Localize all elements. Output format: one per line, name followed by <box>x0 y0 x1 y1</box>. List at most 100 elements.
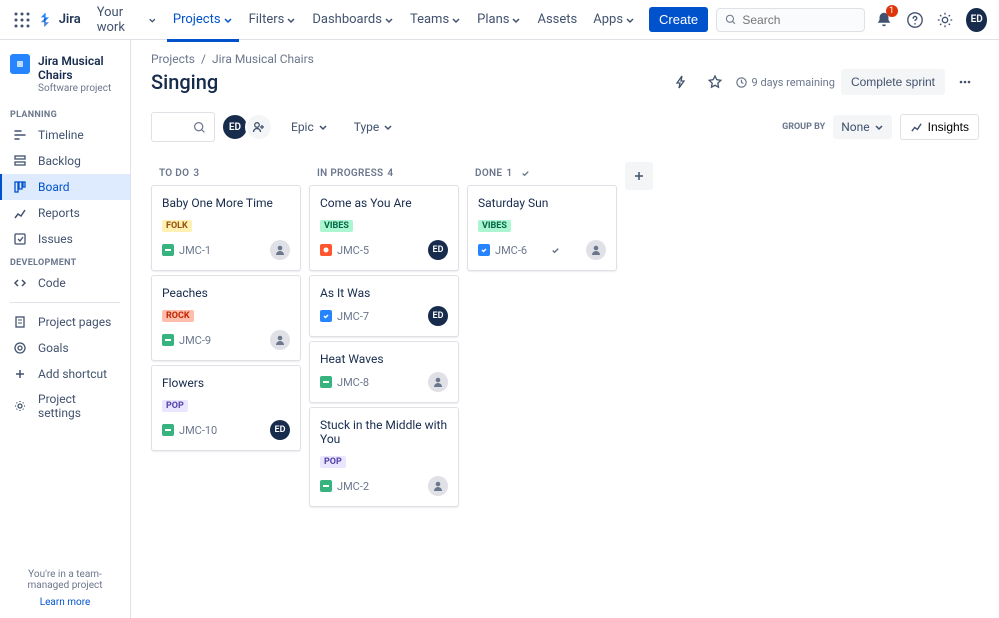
code-icon <box>12 275 28 291</box>
nav-plans[interactable]: Plans <box>471 8 527 31</box>
sidebar-item-pages[interactable]: Project pages <box>0 309 130 335</box>
sidebar-item-code[interactable]: Code <box>0 270 130 296</box>
nav-teams[interactable]: Teams <box>404 8 467 31</box>
sidebar-item-board[interactable]: Board <box>0 174 130 200</box>
timeline-icon <box>12 127 28 143</box>
board-column: To do 3 Baby One More Time Folk JMC-1 Pe… <box>151 162 301 511</box>
board-search[interactable] <box>151 112 215 142</box>
board-card[interactable]: Peaches Rock JMC-9 <box>151 275 301 361</box>
board-column: Done 1 Saturday Sun Vibes JMC-6 <box>467 162 617 511</box>
sidebar-item-project-settings[interactable]: Project settings <box>0 387 130 425</box>
card-title: Baby One More Time <box>162 196 290 210</box>
sidebar-footer: You're in a team-managed project Learn m… <box>0 559 130 618</box>
issue-type-icon <box>162 244 174 256</box>
group-by-select[interactable]: None <box>833 115 891 139</box>
more-icon[interactable] <box>951 68 979 96</box>
complete-sprint-button[interactable]: Complete sprint <box>841 69 945 95</box>
search-input[interactable] <box>742 13 856 27</box>
board-card[interactable]: Flowers Pop JMC-10 ED <box>151 365 301 451</box>
jira-logo[interactable]: Jira <box>37 11 81 29</box>
page-title: Singing <box>151 70 218 94</box>
card-title: As It Was <box>320 286 448 300</box>
reports-icon <box>12 205 28 221</box>
epic-tag: Vibes <box>320 220 353 232</box>
notifications-button[interactable]: 1 <box>873 7 895 33</box>
search-icon <box>193 121 206 134</box>
help-button[interactable] <box>904 7 926 33</box>
project-icon <box>10 54 30 74</box>
days-remaining: 9 days remaining <box>735 76 835 89</box>
breadcrumb-project[interactable]: Jira Musical Chairs <box>212 52 314 66</box>
type-filter[interactable]: Type <box>346 115 402 139</box>
board-card[interactable]: As It Was JMC-7 ED <box>309 275 459 337</box>
nav-apps[interactable]: Apps <box>587 8 641 31</box>
notification-badge: 1 <box>886 5 898 17</box>
issue-key: JMC-8 <box>337 376 369 389</box>
project-header[interactable]: Jira Musical Chairs Software project <box>0 40 130 104</box>
card-title: Stuck in the Middle with You <box>320 418 448 446</box>
nav-dashboards[interactable]: Dashboards <box>306 8 400 31</box>
insights-button[interactable]: Insights <box>900 114 979 140</box>
sidebar-item-issues[interactable]: Issues <box>0 226 130 252</box>
nav-assets[interactable]: Assets <box>531 8 583 31</box>
issue-key: JMC-6 <box>495 244 527 257</box>
assignee-avatar[interactable] <box>428 476 448 496</box>
project-settings-icon <box>12 398 28 414</box>
issue-type-icon <box>162 424 174 436</box>
assignee-avatar[interactable]: ED <box>428 240 448 260</box>
issues-icon <box>12 231 28 247</box>
board-card[interactable]: Come as You Are Vibes JMC-5 ED <box>309 185 459 271</box>
card-title: Saturday Sun <box>478 196 606 210</box>
top-nav: Jira Your work Projects Filters Dashboar… <box>0 0 999 40</box>
create-button[interactable]: Create <box>649 7 708 32</box>
add-column-button[interactable] <box>625 162 653 190</box>
assignee-avatar[interactable] <box>270 330 290 350</box>
learn-more-link[interactable]: Learn more <box>10 597 120 608</box>
epic-filter[interactable]: Epic <box>283 115 336 139</box>
issue-key: JMC-2 <box>337 480 369 493</box>
issue-key: JMC-5 <box>337 244 369 257</box>
search-icon <box>725 13 736 26</box>
column-header[interactable]: In progress 4 <box>309 162 459 185</box>
assignee-avatar[interactable] <box>270 240 290 260</box>
board-card[interactable]: Baby One More Time Folk JMC-1 <box>151 185 301 271</box>
column-header[interactable]: To do 3 <box>151 162 301 185</box>
epic-tag: Pop <box>162 400 188 412</box>
board-card[interactable]: Saturday Sun Vibes JMC-6 <box>467 185 617 271</box>
assignee-avatar[interactable] <box>428 372 448 392</box>
issue-key: JMC-9 <box>179 334 211 347</box>
card-title: Flowers <box>162 376 290 390</box>
breadcrumb-root[interactable]: Projects <box>151 52 195 66</box>
board-card[interactable]: Stuck in the Middle with You Pop JMC-2 <box>309 407 459 507</box>
global-search[interactable] <box>716 8 865 32</box>
done-check-icon <box>550 245 561 256</box>
user-avatar[interactable]: ED <box>966 8 987 32</box>
sidebar-item-shortcut[interactable]: Add shortcut <box>0 361 130 387</box>
project-type: Software project <box>38 83 120 94</box>
app-switcher-icon[interactable] <box>12 8 33 32</box>
automation-icon[interactable] <box>667 68 695 96</box>
assignee-avatar[interactable]: ED <box>428 306 448 326</box>
sidebar-item-goals[interactable]: Goals <box>0 335 130 361</box>
issue-key: JMC-1 <box>179 244 211 257</box>
epic-tag: Pop <box>320 456 346 468</box>
settings-button[interactable] <box>934 7 956 33</box>
board-icon <box>12 179 28 195</box>
sidebar-item-backlog[interactable]: Backlog <box>0 148 130 174</box>
nav-your-work[interactable]: Your work <box>91 1 163 39</box>
nav-projects[interactable]: Projects <box>167 8 239 31</box>
goals-icon <box>12 340 28 356</box>
assignee-avatar[interactable]: ED <box>270 420 290 440</box>
assignee-avatar[interactable] <box>586 240 606 260</box>
nav-filters[interactable]: Filters <box>243 8 303 31</box>
sidebar-item-timeline[interactable]: Timeline <box>0 122 130 148</box>
board-card[interactable]: Heat Waves JMC-8 <box>309 341 459 403</box>
column-header[interactable]: Done 1 <box>467 162 617 185</box>
star-icon[interactable] <box>701 68 729 96</box>
issue-type-icon <box>162 334 174 346</box>
add-people-button[interactable] <box>245 113 273 141</box>
backlog-icon <box>12 153 28 169</box>
issue-type-icon <box>320 480 332 492</box>
section-development: Development <box>0 252 130 270</box>
sidebar-item-reports[interactable]: Reports <box>0 200 130 226</box>
